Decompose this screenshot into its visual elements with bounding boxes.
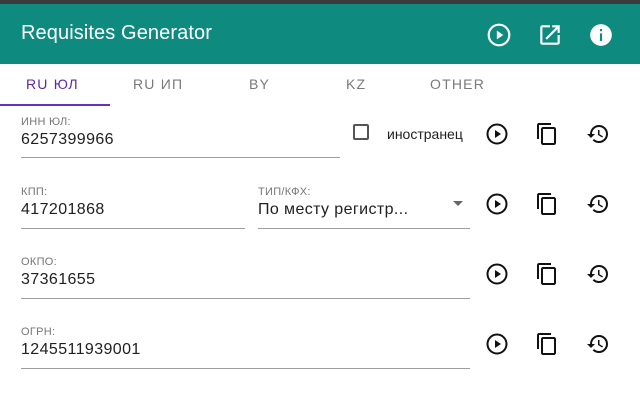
country-tabs: RU ЮЛ RU ИП BY KZ OTHER	[0, 64, 640, 108]
kpp-type-label: ТИП/КФХ:	[258, 186, 311, 198]
kpp-history-restore-icon[interactable]	[586, 192, 610, 216]
kpp-generate-play-icon[interactable]	[485, 192, 509, 216]
tab-ru-ul[interactable]: RU ЮЛ	[26, 76, 79, 92]
kpp-label: КПП:	[21, 186, 48, 198]
okpo-label: ОКПО:	[21, 256, 57, 268]
kpp-type-select[interactable]: ТИП/КФХ: По месту регистр...	[258, 186, 470, 230]
okpo-underline	[21, 298, 470, 299]
ogrn-copy-icon[interactable]	[535, 332, 559, 356]
ogrn-generate-play-icon[interactable]	[485, 332, 509, 356]
dropdown-arrow-icon[interactable]	[453, 201, 463, 206]
ogrn-history-restore-icon[interactable]	[586, 332, 610, 356]
okpo-field[interactable]: ОКПО: 37361655	[21, 256, 470, 300]
kpp-copy-icon[interactable]	[535, 192, 559, 216]
inn-field[interactable]: ИНН ЮЛ: 6257399966	[21, 116, 340, 160]
kpp-type-underline	[258, 228, 470, 229]
tab-by[interactable]: BY	[249, 76, 270, 92]
inn-label: ИНН ЮЛ:	[21, 116, 71, 128]
inn-history-restore-icon[interactable]	[586, 122, 610, 146]
play-circle-icon[interactable]	[486, 22, 512, 48]
kpp-underline	[21, 228, 245, 229]
inn-value[interactable]: 6257399966	[21, 131, 114, 149]
inn-underline	[21, 157, 340, 158]
tab-ru-ip[interactable]: RU ИП	[133, 76, 183, 92]
ogrn-value[interactable]: 1245511939001	[21, 341, 141, 359]
tab-other[interactable]: OTHER	[430, 76, 485, 92]
app-title: Requisites Generator	[21, 22, 212, 44]
okpo-history-restore-icon[interactable]	[586, 262, 610, 286]
kpp-value[interactable]: 417201868	[21, 201, 105, 219]
active-tab-indicator	[0, 104, 110, 106]
tab-kz[interactable]: KZ	[346, 76, 366, 92]
okpo-copy-icon[interactable]	[535, 262, 559, 286]
open-in-new-icon[interactable]	[537, 22, 563, 48]
inn-generate-play-icon[interactable]	[485, 122, 509, 146]
ogrn-label: ОГРН:	[21, 326, 56, 338]
ogrn-field[interactable]: ОГРН: 1245511939001	[21, 326, 470, 370]
ogrn-underline	[21, 368, 470, 369]
inn-copy-icon[interactable]	[535, 122, 559, 146]
app-header: Requisites Generator	[0, 4, 640, 64]
okpo-value[interactable]: 37361655	[21, 271, 95, 289]
kpp-field[interactable]: КПП: 417201868	[21, 186, 245, 230]
okpo-generate-play-icon[interactable]	[485, 262, 509, 286]
foreign-checkbox-label: иностранец	[387, 126, 463, 142]
kpp-type-value[interactable]: По месту регистр...	[258, 201, 408, 219]
info-icon[interactable]	[588, 22, 614, 48]
foreign-checkbox[interactable]	[353, 124, 369, 140]
